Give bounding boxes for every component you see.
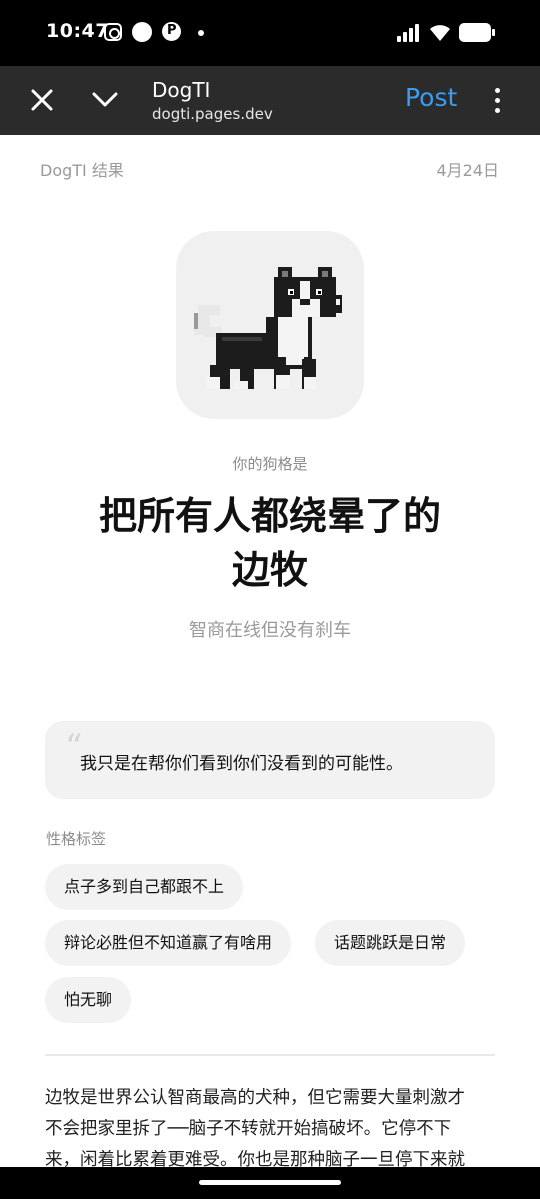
pixel-dog-icon: [194, 267, 342, 389]
status-time: 10:47: [46, 20, 109, 42]
chevron-down-icon[interactable]: [92, 90, 118, 110]
quote-card: “ 我只是在帮你们看到你们没看到的可能性。: [45, 721, 495, 799]
description-line: 来，闲着比累着更难受。你也是那种脑子一旦停下来就: [45, 1150, 465, 1167]
circle-icon: [132, 22, 152, 42]
dog-avatar: [176, 231, 364, 419]
page-content: DogTI 结果 4月24日 你的狗格是 把所有人都绕晕了的 边牧 智商在线但没…: [0, 135, 540, 1167]
personality-tag: 话题跳跃是日常: [315, 920, 466, 966]
browser-toolbar: DogTI dogti.pages.dev Post: [0, 66, 540, 135]
home-gesture-handle[interactable]: [199, 1180, 341, 1185]
tags-title: 性格标签: [46, 830, 107, 848]
instagram-icon: [104, 23, 122, 41]
subtitle: 智商在线但没有刹车: [189, 620, 351, 641]
battery-icon: [459, 23, 495, 42]
headline-line-1: 把所有人都绕晕了的: [98, 494, 441, 538]
personality-tag: 辩论必胜但不知道赢了有啥用: [45, 920, 292, 966]
dot-icon: [198, 30, 204, 36]
signal-icon: [397, 24, 419, 42]
close-icon[interactable]: [30, 88, 54, 112]
result-source-label: DogTI 结果: [40, 161, 124, 180]
personality-tag: 点子多到自己都跟不上: [45, 864, 244, 910]
site-title: DogTI: [152, 78, 211, 102]
description-line: 不会把家里拆了──脑子不转就开始搞破坏。它停不下: [45, 1119, 452, 1139]
quote-text: 我只是在帮你们看到你们没看到的可能性。: [80, 754, 403, 774]
personality-tag: 怕无聊: [45, 977, 132, 1023]
result-label: 你的狗格是: [232, 455, 308, 473]
date-label: 4月24日: [436, 161, 499, 180]
post-button[interactable]: Post: [405, 83, 457, 112]
page-title: 把所有人都绕晕了的 边牧: [0, 489, 540, 597]
status-bar: 10:47: [0, 0, 540, 66]
divider: [45, 1054, 495, 1056]
headline-line-2: 边牧: [231, 548, 308, 592]
wifi-icon: [430, 25, 450, 41]
description-text: 边牧是世界公认智商最高的犬种，但它需要大量刺激才 不会把家里拆了──脑子不转就开…: [45, 1083, 497, 1167]
p-icon: [162, 22, 181, 41]
site-url: dogti.pages.dev: [152, 105, 273, 123]
description-line: 边牧是世界公认智商最高的犬种，但它需要大量刺激才: [45, 1088, 465, 1108]
navigation-bar: [0, 1167, 540, 1199]
more-vert-icon[interactable]: [493, 88, 503, 114]
